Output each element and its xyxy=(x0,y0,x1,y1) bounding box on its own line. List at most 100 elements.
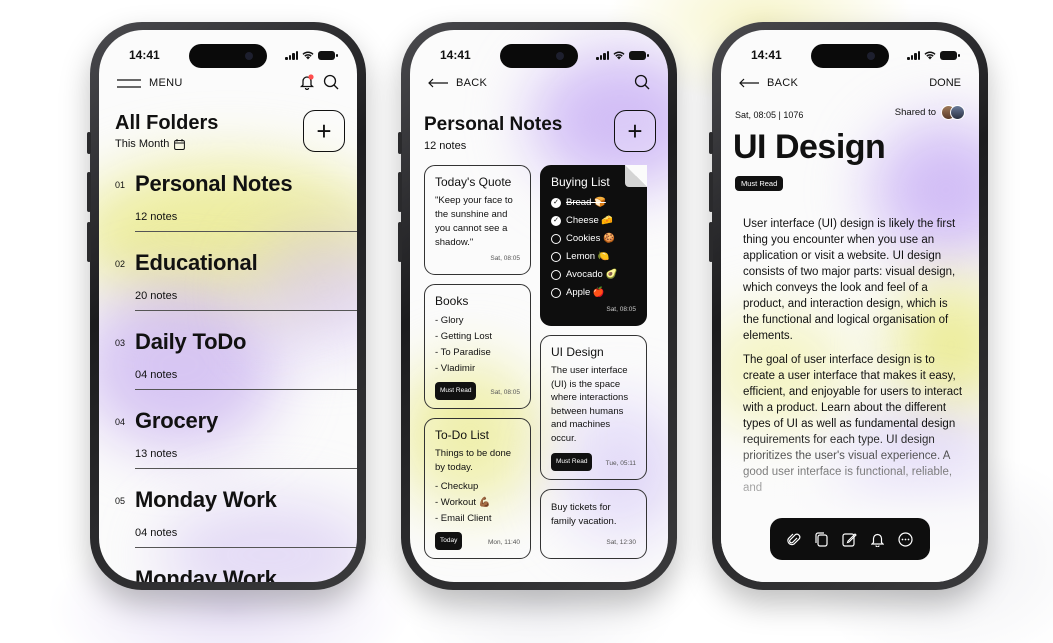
folder-count: 20 notes xyxy=(135,290,178,302)
note-date: Sat, 08:05 xyxy=(490,389,520,396)
folder-count: 13 notes xyxy=(135,448,178,460)
tag-badge: Must Read xyxy=(435,382,477,400)
shared-to[interactable]: Shared to xyxy=(895,105,965,120)
folder-name: Monday Work xyxy=(135,566,277,582)
note-card-todo[interactable]: To-Do List Things to be done by today. -… xyxy=(424,418,531,559)
note-card-tickets[interactable]: Buy tickets for family vacation. Sat, 12… xyxy=(540,489,647,559)
add-folder-button[interactable]: + xyxy=(303,110,345,152)
checklist-item[interactable]: ✓ Cheese 🧀 xyxy=(551,212,636,230)
divider xyxy=(135,310,357,311)
note-title: Books xyxy=(435,294,469,308)
calendar-icon xyxy=(174,138,186,150)
signal-icon xyxy=(596,50,609,60)
note-date: Sat, 12:30 xyxy=(606,539,636,546)
note-paragraph: User interface (UI) design is likely the… xyxy=(743,218,956,342)
period-label: This Month xyxy=(115,138,170,150)
folder-count: 12 notes xyxy=(135,211,178,223)
search-icon[interactable] xyxy=(634,74,650,90)
avatar-group xyxy=(941,105,965,120)
checkbox-icon[interactable] xyxy=(551,252,561,262)
note-count: 12 notes xyxy=(424,140,467,152)
checkbox-icon[interactable] xyxy=(551,270,561,280)
screen-all-folders: 14:41 MENU All Folders This Month + 01 P… xyxy=(99,30,357,582)
done-button[interactable]: DONE xyxy=(929,77,961,89)
todo-item: - Checkup xyxy=(435,481,479,492)
checklist-item[interactable]: Cookies 🍪 xyxy=(551,230,636,248)
folder-number: 02 xyxy=(115,259,126,269)
folder-item[interactable]: 04 Grocery 13 notes xyxy=(115,407,357,486)
signal-icon xyxy=(907,50,920,60)
signal-icon xyxy=(285,50,298,60)
folder-count: 04 notes xyxy=(135,527,178,539)
note-card-books[interactable]: Books - Glory - Getting Lost - To Paradi… xyxy=(424,284,531,409)
avatar xyxy=(950,105,965,120)
bottom-toolbar xyxy=(770,518,930,560)
folder-number: 05 xyxy=(115,496,126,506)
bell-icon[interactable] xyxy=(300,74,314,90)
status-time: 14:41 xyxy=(129,48,160,62)
phone-personal-notes: 14:41 BACK Personal Notes 12 notes + Tod… xyxy=(398,22,677,590)
bell-icon[interactable] xyxy=(871,532,884,547)
book-item: - To Paradise xyxy=(435,347,491,358)
screen-personal-notes: 14:41 BACK Personal Notes 12 notes + Tod… xyxy=(410,30,668,582)
folder-item[interactable]: 01 Personal Notes 12 notes xyxy=(115,170,357,249)
folder-name: Daily ToDo xyxy=(135,329,247,354)
note-title: To-Do List xyxy=(435,428,490,442)
folder-item[interactable]: Monday Work xyxy=(115,565,357,582)
checkbox-icon[interactable] xyxy=(551,288,561,298)
checklist-item[interactable]: Apple 🍎 xyxy=(551,284,636,302)
checklist-item[interactable]: Avocado 🥑 xyxy=(551,266,636,284)
todo-item: - Workout 💪🏾 xyxy=(435,497,491,508)
back-label: BACK xyxy=(456,77,488,89)
dynamic-island xyxy=(811,44,889,68)
note-card-buying-list[interactable]: Buying List ✓ Bread 🍞 ✓ Cheese 🧀 Cookies 🍪… xyxy=(540,165,647,326)
note-title: Buying List xyxy=(551,175,610,189)
tag-badge: Must Read xyxy=(735,176,784,191)
back-button[interactable]: BACK xyxy=(428,77,487,89)
folder-item[interactable]: 05 Monday Work 04 notes xyxy=(115,486,357,565)
note-date: Sat, 08:05 xyxy=(606,306,636,313)
page-title: All Folders xyxy=(115,112,219,134)
paperclip-icon[interactable] xyxy=(787,532,801,547)
note-card-quote[interactable]: Today's Quote "Keep your face to the sun… xyxy=(424,165,531,275)
checkbox-icon[interactable] xyxy=(551,234,561,244)
folder-item[interactable]: 03 Daily ToDo 04 notes xyxy=(115,328,357,407)
note-title: Today's Quote xyxy=(435,175,512,189)
folder-list: 01 Personal Notes 12 notes 02 Educationa… xyxy=(115,170,357,582)
checkbox-checked-icon[interactable]: ✓ xyxy=(551,216,561,226)
battery-icon xyxy=(629,50,649,60)
checklist-item[interactable]: ✓ Bread 🍞 xyxy=(551,194,636,212)
copy-icon[interactable] xyxy=(815,531,828,547)
tag-badge: Must Read xyxy=(551,453,593,471)
back-label: BACK xyxy=(767,77,799,89)
battery-icon xyxy=(318,50,338,60)
wifi-icon xyxy=(302,51,314,59)
phone-note-detail: 14:41 BACK DONE Sat, 08:05 | 1076 Shared… xyxy=(709,22,988,590)
wifi-icon xyxy=(924,51,936,59)
folder-name: Grocery xyxy=(135,408,218,433)
top-nav: BACK xyxy=(428,74,650,94)
folder-name: Educational xyxy=(135,250,258,275)
note-meta: Sat, 08:05 | 1076 xyxy=(735,110,804,120)
note-card-ui-design[interactable]: UI Design The user interface (UI) is the… xyxy=(540,335,647,480)
checkbox-checked-icon[interactable]: ✓ xyxy=(551,198,561,208)
note-text: "Keep your face to the sunshine and you … xyxy=(435,195,513,248)
book-item: - Vladimir xyxy=(435,363,476,374)
add-note-button[interactable]: + xyxy=(614,110,656,152)
period-filter[interactable]: This Month xyxy=(115,138,186,150)
back-button[interactable]: BACK xyxy=(739,77,798,89)
todo-item: - Email Client xyxy=(435,513,492,524)
search-icon[interactable] xyxy=(323,74,339,90)
edit-icon[interactable] xyxy=(842,532,857,547)
note-date: Sat, 08:05 xyxy=(490,255,520,262)
top-nav: MENU xyxy=(117,74,339,94)
folder-count: 04 notes xyxy=(135,369,178,381)
note-text: The user interface (UI) is the space whe… xyxy=(551,365,629,444)
more-icon[interactable] xyxy=(898,531,913,547)
menu-button[interactable]: MENU xyxy=(117,77,183,89)
divider xyxy=(135,547,357,548)
folder-item[interactable]: 02 Educational 20 notes xyxy=(115,249,357,328)
folder-name: Personal Notes xyxy=(135,171,293,196)
folder-number: 03 xyxy=(115,338,126,348)
checklist-item[interactable]: Lemon 🍋 xyxy=(551,248,636,266)
